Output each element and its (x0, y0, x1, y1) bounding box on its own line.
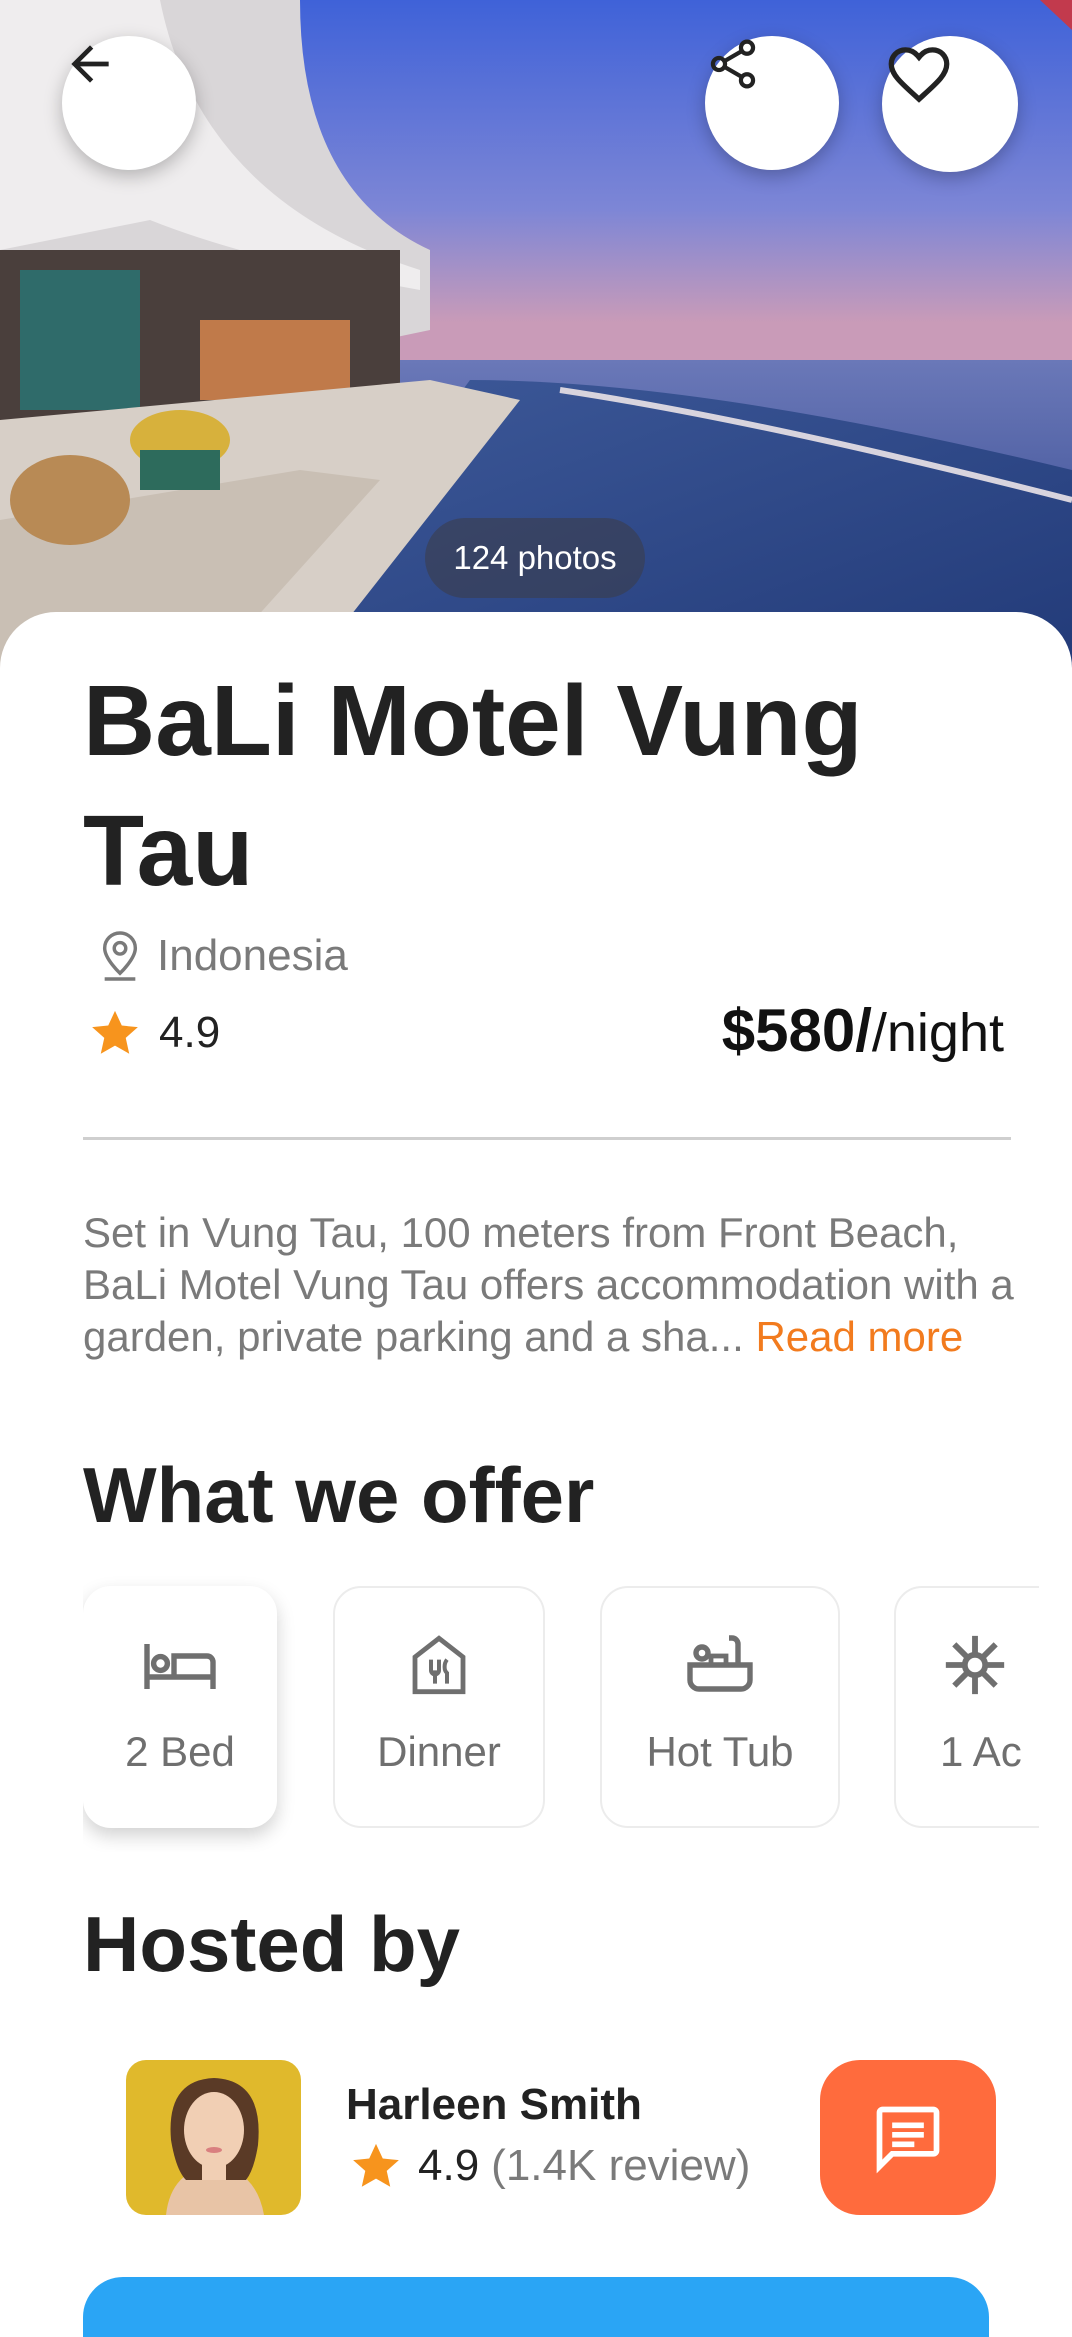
hero-photo[interactable]: 124 photos (0, 0, 1072, 680)
offer-label: 2 Bed (125, 1728, 235, 1775)
offer-card-ac[interactable]: 1 Ac (894, 1586, 1039, 1828)
offer-card-dinner[interactable]: Dinner (333, 1586, 545, 1828)
price-unit: /night (871, 1003, 1004, 1063)
back-button[interactable] (62, 36, 196, 170)
location-text: Indonesia (157, 931, 348, 980)
share-icon (710, 39, 756, 89)
hosted-by-title: Hosted by (83, 1900, 461, 1988)
description: Set in Vung Tau, 100 meters from Front B… (83, 1207, 1043, 1363)
snowflake-icon (945, 1635, 1005, 1695)
host-name: Harleen Smith (346, 2080, 642, 2129)
chat-button[interactable] (820, 2060, 996, 2215)
hotel-title: BaLi Motel Vung Tau (83, 665, 863, 907)
star-icon (92, 1010, 138, 1054)
offer-label: Hot Tub (646, 1728, 794, 1775)
divider (83, 1137, 1011, 1140)
rating-row: 4.9 (87, 1005, 220, 1061)
offer-card-bed[interactable]: 2 Bed (83, 1586, 277, 1828)
host-card: Harleen Smith 4.9 (1.4K review) (126, 2060, 996, 2215)
bed-icon (144, 1644, 216, 1689)
offer-label: 1 Ac (940, 1728, 1022, 1775)
price: $580//night (721, 997, 1004, 1064)
host-rating-value: 4.9 (418, 2141, 480, 2190)
bathtub-icon (687, 1635, 753, 1692)
offers-carousel[interactable]: 2 Bed Dinner Hot Tub 1 Ac (83, 1572, 1039, 1852)
chat-icon (876, 2106, 940, 2173)
details-sheet: BaLi Motel Vung Tau Indonesia 4.9 $580//… (0, 612, 1072, 2337)
arrow-left-icon (71, 45, 109, 83)
star-icon (353, 2143, 399, 2187)
heart-outline-icon (888, 47, 950, 103)
share-button[interactable] (705, 36, 839, 170)
offer-label: Dinner (377, 1728, 501, 1775)
host-avatar[interactable] (126, 2060, 301, 2215)
rating-value: 4.9 (159, 1008, 221, 1057)
location-row: Indonesia (97, 929, 348, 983)
read-more-link[interactable]: Read more (755, 1313, 963, 1360)
host-rating: 4.9 (1.4K review) (348, 2138, 750, 2194)
location-pin-icon (102, 931, 138, 981)
photos-count-pill[interactable]: 124 photos (425, 518, 645, 598)
price-amount: $580 (721, 997, 856, 1064)
favorite-button[interactable] (882, 36, 1018, 172)
offer-card-hot-tub[interactable]: Hot Tub (600, 1586, 840, 1828)
offers-title: What we offer (83, 1451, 595, 1539)
restaurant-icon (412, 1635, 466, 1695)
host-review-count: (1.4K review) (491, 2141, 751, 2190)
book-button[interactable] (83, 2277, 989, 2337)
